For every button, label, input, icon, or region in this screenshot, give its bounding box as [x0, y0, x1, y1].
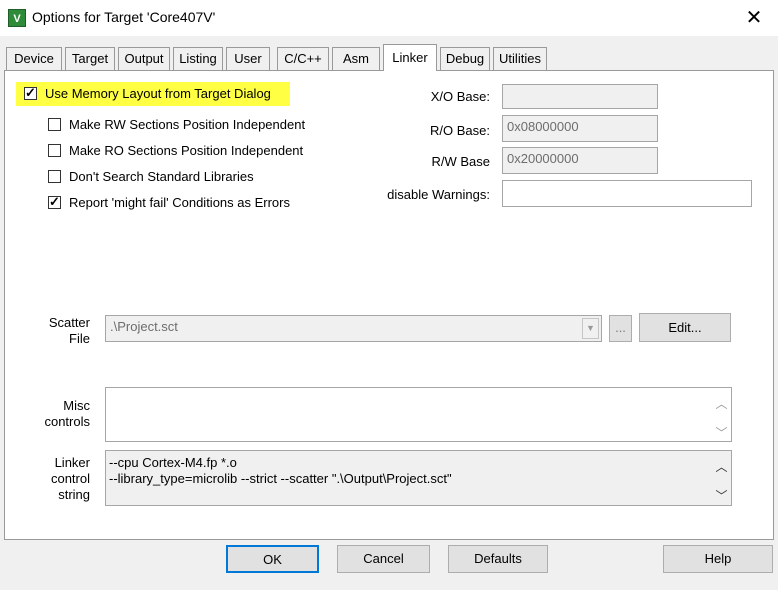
checkbox-icon[interactable]	[24, 85, 37, 101]
linker-control-text: --cpu Cortex-M4.fp *.o --library_type=mi…	[109, 455, 452, 487]
checkbox-icon[interactable]	[48, 118, 61, 132]
checkbox-label: Make RO Sections Position Independent	[69, 143, 304, 159]
linker-label-line1: Linker	[54, 455, 90, 470]
misc-controls-textarea[interactable]: ︿ ﹀	[105, 387, 732, 442]
tab-linker[interactable]: Linker	[383, 44, 437, 71]
disable-warnings-label: disable Warnings:	[387, 187, 490, 202]
tab-c-cpp[interactable]: C/C++	[277, 47, 329, 70]
use-memory-layout-checkbox[interactable]: Use Memory Layout from Target Dialog	[24, 85, 271, 103]
rw-base-label: R/W Base	[431, 154, 490, 169]
tab-asm[interactable]: Asm	[332, 47, 380, 70]
linker-control-line2: --library_type=microlib --strict --scatt…	[109, 471, 452, 486]
scroll-up-icon[interactable]: ︿	[713, 395, 730, 412]
scatter-label-line1: Scatter	[48, 315, 90, 330]
checkbox-label: Make RW Sections Position Independent	[69, 117, 306, 133]
linker-label-line3: string	[58, 487, 90, 502]
tab-output[interactable]: Output	[118, 47, 170, 70]
rw-base-field[interactable]: 0x20000000	[502, 147, 658, 174]
scatter-label-line2: File	[69, 331, 90, 346]
linker-control-string-label: Linker control string	[30, 455, 90, 503]
edit-button[interactable]: Edit...	[639, 313, 731, 342]
scroll-down-icon[interactable]: ﹀	[713, 487, 730, 504]
close-icon[interactable]: ✕	[738, 4, 770, 32]
defaults-button[interactable]: Defaults	[448, 545, 548, 573]
misc-label-line1: Misc	[63, 398, 90, 413]
title-bar: V Options for Target 'Core407V' ✕	[0, 0, 778, 36]
misc-controls-label: Misc controls	[30, 398, 90, 430]
rw-independent-checkbox[interactable]: Make RW Sections Position Independent	[48, 116, 305, 134]
linker-scrollbar[interactable]: ︿ ﹀	[713, 452, 730, 504]
checkbox-label: Report 'might fail' Conditions as Errors	[69, 195, 290, 211]
tab-user[interactable]: User	[226, 47, 270, 70]
linker-label-line2: control	[50, 471, 90, 486]
tab-device[interactable]: Device	[6, 47, 62, 70]
scroll-up-icon[interactable]: ︿	[713, 458, 730, 475]
chevron-down-icon[interactable]: ▼	[582, 318, 599, 339]
browse-button[interactable]: ...	[609, 315, 632, 342]
linker-control-string-textarea[interactable]: --cpu Cortex-M4.fp *.o --library_type=mi…	[105, 450, 732, 506]
tab-debug[interactable]: Debug	[440, 47, 490, 70]
checkbox-icon[interactable]	[48, 144, 61, 158]
tab-utilities[interactable]: Utilities	[493, 47, 547, 70]
misc-scrollbar[interactable]: ︿ ﹀	[713, 389, 730, 440]
dont-search-libs-checkbox[interactable]: Don't Search Standard Libraries	[48, 168, 254, 186]
scatter-file-select[interactable]: .\Project.sct ▼	[105, 315, 602, 342]
checkbox-icon[interactable]	[48, 194, 61, 210]
tab-listing[interactable]: Listing	[173, 47, 223, 70]
window-title: Options for Target 'Core407V'	[32, 9, 216, 25]
xo-base-label: X/O Base:	[430, 89, 490, 104]
scatter-file-value: .\Project.sct	[110, 319, 178, 334]
checkbox-label: Don't Search Standard Libraries	[69, 169, 254, 185]
xo-base-field[interactable]	[502, 84, 658, 109]
checkbox-label: Use Memory Layout from Target Dialog	[45, 86, 271, 102]
misc-label-line2: controls	[44, 414, 90, 429]
tab-target[interactable]: Target	[65, 47, 115, 70]
cancel-button[interactable]: Cancel	[337, 545, 430, 573]
disable-warnings-input[interactable]	[502, 180, 752, 207]
scroll-down-icon[interactable]: ﹀	[713, 424, 730, 441]
ro-base-field[interactable]: 0x08000000	[502, 115, 658, 142]
report-might-fail-checkbox[interactable]: Report 'might fail' Conditions as Errors	[48, 194, 290, 212]
help-button[interactable]: Help	[663, 545, 773, 573]
linker-control-line1: --cpu Cortex-M4.fp *.o	[109, 455, 237, 470]
keil-app-icon: V	[8, 9, 26, 27]
ok-button[interactable]: OK	[226, 545, 319, 573]
ro-base-label: R/O Base:	[430, 123, 490, 138]
ro-independent-checkbox[interactable]: Make RO Sections Position Independent	[48, 142, 303, 160]
checkbox-icon[interactable]	[48, 170, 61, 184]
scatter-file-label: Scatter File	[30, 315, 90, 347]
